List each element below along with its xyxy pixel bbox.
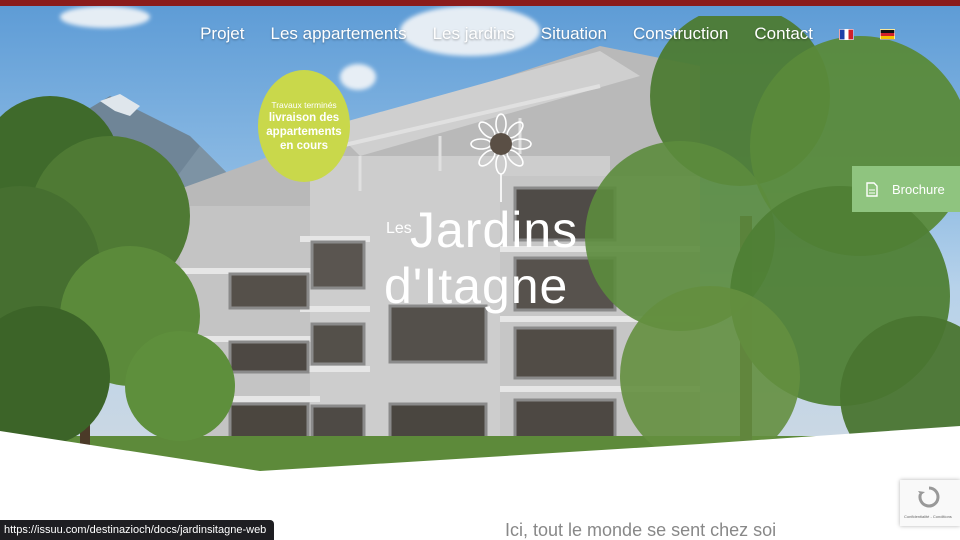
nav-item-projet[interactable]: Projet (200, 24, 244, 44)
badge-delivery-text: livraison des appartements en cours (266, 111, 342, 152)
tree-left (0, 96, 235, 476)
brochure-label: Brochure (892, 181, 945, 197)
site-logo[interactable]: Les Jardins d'Itagne (384, 112, 584, 314)
recaptcha-icon (918, 486, 940, 508)
nav-item-contact[interactable]: Contact (754, 24, 813, 44)
tagline: Ici, tout le monde se sent chez soi (505, 520, 777, 540)
fr-flag-icon[interactable] (839, 28, 854, 40)
status-badge: Travaux terminés livraison des apparteme… (258, 70, 350, 182)
logo-title-line1: Jardins (410, 202, 579, 258)
status-bar-url: https://issuu.com/destinazioch/docs/jard… (0, 520, 275, 540)
recaptcha-terms[interactable]: Confidentialité - Conditions (904, 514, 952, 519)
badge-status-text: Travaux terminés (271, 99, 337, 110)
nav-item-situation[interactable]: Situation (541, 24, 607, 44)
tree-right (585, 16, 960, 476)
nav-item-appartements[interactable]: Les appartements (270, 24, 406, 44)
nav-item-jardins[interactable]: Les jardins (433, 24, 515, 44)
main-nav: Projet Les appartements Les jardins Situ… (200, 24, 895, 44)
nav-item-construction[interactable]: Construction (633, 24, 728, 44)
recaptcha-badge[interactable]: Confidentialité - Conditions (900, 480, 960, 526)
sunflower-icon (470, 113, 532, 202)
de-flag-icon[interactable] (880, 28, 895, 40)
logo-small-text: Les (386, 220, 412, 237)
document-icon (866, 181, 878, 197)
brochure-button[interactable]: Brochure (852, 166, 960, 212)
logo-title-line2: d'Itagne (384, 258, 569, 314)
top-accent-stripe (0, 0, 960, 6)
